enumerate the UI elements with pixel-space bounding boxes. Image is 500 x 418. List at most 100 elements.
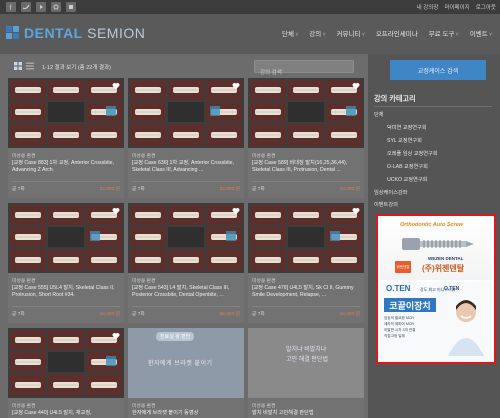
site-header: DENTAL SEMION 단체 강의 커뮤니티 오프라인세미나 무료 도구 이…	[0, 14, 500, 54]
ad-bot-headline: 코끝이장치	[384, 298, 436, 312]
nav-item-lectures[interactable]: 강의	[309, 28, 325, 38]
my-classroom-link[interactable]: 내 강의장	[417, 3, 439, 11]
thumb-caption: 발치냐 비발치냐	[286, 347, 327, 353]
site-logo[interactable]: DENTAL SEMION	[6, 25, 145, 41]
wishlist-heart-icon[interactable]	[112, 332, 120, 340]
wishlist-heart-icon[interactable]	[112, 82, 120, 90]
nav-item-free-tools[interactable]: 무료 도구	[429, 28, 459, 38]
facebook-icon[interactable]: f	[6, 2, 16, 12]
thumb-caption: 환자에게 브라켓 붙이기	[148, 361, 213, 367]
course-card-extraction-decision[interactable]: 발치냐 비발치냐 고민 해결 판단법 미성용 환경 발치 비발치 고민해결 판단…	[248, 328, 364, 418]
course-title[interactable]: [교정 Case 543] L4 발치, Skeletal Class III,…	[132, 285, 240, 299]
nav-item-community[interactable]: 커뮤니티	[337, 28, 365, 38]
wishlist-heart-icon[interactable]	[232, 82, 240, 90]
course-title[interactable]: [교정 Case 589] 비대칭 발치(16,25,36,44), Skele…	[252, 160, 360, 174]
mypage-link[interactable]: 마이페이지	[444, 3, 469, 11]
course-card-case-440[interactable]: 미성용 환경 [교정 Case 440] U4L5 발치, 재교정,	[8, 328, 124, 418]
course-card-case-636[interactable]: 미성용 환경 [교정 Case 636] 1차 교정, Anterior Cro…	[128, 78, 244, 198]
lecture-search[interactable]	[254, 60, 354, 79]
card-divider	[12, 181, 120, 182]
main-nav: 단체 강의 커뮤니티 오프라인세미나 무료 도구 이벤트	[282, 28, 492, 38]
thumbnail-photo-collage	[250, 205, 362, 271]
course-price: 44,000 원	[99, 312, 120, 317]
sidebar-item-ucko[interactable]: UCKO 교정연구회	[387, 176, 427, 183]
thumbnail-photo-collage	[10, 80, 122, 146]
sidebar-item-event[interactable]: 이벤트강의	[374, 201, 398, 208]
grid-view-icon[interactable]	[14, 62, 22, 70]
course-thumbnail[interactable]	[8, 203, 124, 273]
course-thumbnail[interactable]	[128, 203, 244, 273]
wishlist-heart-icon[interactable]	[112, 207, 120, 215]
course-title[interactable]: 발치 비발치 고민해결 판단법	[252, 410, 360, 417]
ortho-case-search-button[interactable]: 교정케이스 검색	[390, 60, 486, 80]
ad-bot-bullet: 임상의 필요한 MCR	[384, 316, 415, 320]
wishlist-heart-icon[interactable]	[352, 207, 360, 215]
instagram-icon[interactable]	[51, 2, 61, 12]
course-category: 미성용 환경	[132, 279, 156, 284]
course-card-case-883[interactable]: 미성용 환경 [교정 Case 883] 1차 교정, Anterior Cro…	[8, 78, 124, 198]
card-divider	[12, 306, 120, 307]
course-thumbnail[interactable]: 진료실 왕 편한 환자에게 브라켓 붙이기	[128, 328, 244, 398]
sidebar-ad-banner[interactable]: Orthodontic Auto Screw 위젠덴탈 WEZEN DENTAL…	[376, 214, 496, 364]
course-category: 미성용 환경	[12, 279, 36, 284]
ad-orthodontic-screw[interactable]: Orthodontic Auto Screw 위젠덴탈 WEZEN DENTAL…	[380, 218, 492, 280]
screw-product-icon	[402, 238, 474, 250]
youtube-icon[interactable]	[36, 2, 46, 12]
course-category: 미성용 환경	[252, 154, 276, 159]
sidebar-item-clinical-case[interactable]: 임상케이스강좌	[374, 189, 407, 196]
sidebar-item-syl[interactable]: SYL 교정연구회	[387, 137, 422, 144]
course-thumbnail[interactable]	[248, 78, 364, 148]
wishlist-heart-icon[interactable]	[232, 207, 240, 215]
course-title[interactable]: [교정 Case 555] U5L4 발치, Skeletal Class II…	[12, 285, 120, 299]
course-category: 미성용 환경	[12, 154, 36, 159]
course-thumbnail[interactable]	[128, 78, 244, 148]
sidebar-category-title: 강의 카테고리	[374, 94, 416, 103]
course-card-case-589[interactable]: 미성용 환경 [교정 Case 589] 비대칭 발치(16,25,36,44)…	[248, 78, 364, 198]
ad-bot-bullet: 직접고정 일체	[384, 334, 405, 338]
sidebar-item-orepul[interactable]: 오레풀 임상 교정연구회	[387, 150, 438, 157]
blog-icon[interactable]	[66, 2, 76, 12]
sidebar-item-olab[interactable]: O-LAB 교정연구회	[387, 163, 428, 170]
sidebar-item-dukmiyeon[interactable]: 덕미연 교정연구회	[387, 124, 427, 131]
sidebar-item-groups[interactable]: 단체	[374, 111, 384, 118]
social-links: f	[6, 2, 76, 12]
svg-text:f: f	[10, 5, 12, 12]
ad-bot-logo: O.TEN	[386, 284, 411, 293]
twitter-icon[interactable]	[21, 2, 31, 12]
ad-top-brand: Orthodontic Auto Screw	[400, 222, 464, 228]
course-thumbnail[interactable]	[8, 328, 124, 398]
course-category: 미성용 환경	[132, 404, 156, 409]
course-card-case-543[interactable]: 미성용 환경 [교정 Case 543] L4 발치, Skeletal Cla…	[128, 203, 244, 323]
course-thumbnail[interactable]	[8, 78, 124, 148]
course-title[interactable]: [교정 Case 636] 1차 교정, Anterior Crossbite,…	[132, 160, 240, 174]
lesson-count: 곧 7화	[252, 187, 265, 192]
ad-oten[interactable]: O.TEN 강도 최고 미니스크류 코끝이장치 임상의 필요한 MCR 세라믹 …	[380, 282, 492, 362]
logout-link[interactable]: 로그아웃	[476, 3, 496, 11]
course-title[interactable]: [교정 Case 476] U4L5 발치, Sk Cl II, Gummy S…	[252, 285, 360, 299]
top-links: 내 강의장 마이페이지 로그아웃	[417, 3, 496, 11]
lecture-search-input[interactable]	[255, 67, 353, 79]
nav-item-offline-seminar[interactable]: 오프라인세미나	[376, 28, 418, 38]
course-card-bracket-video[interactable]: 진료실 왕 편한 환자에게 브라켓 붙이기 미성용 환경 한자에게 브라켓 붙이…	[128, 328, 244, 418]
top-bar: f 내 강의장 마이페이지 로그아웃	[0, 0, 500, 14]
wishlist-heart-icon[interactable]	[352, 82, 360, 90]
course-thumbnail[interactable]	[248, 203, 364, 273]
list-view-icon[interactable]	[26, 62, 34, 70]
nav-item-groups[interactable]: 단체	[282, 28, 298, 38]
logo-text: DENTAL SEMION	[24, 25, 146, 41]
course-title[interactable]: [교정 Case 883] 1차 교정, Anterior Crossbite,…	[12, 160, 120, 174]
thumb-caption: 고민 해결 판단법	[286, 357, 328, 363]
course-title[interactable]: 한자에게 브라켓 붙이기 동영상	[132, 410, 240, 417]
course-title[interactable]: [교정 Case 440] U4L5 발치, 재교정,	[12, 410, 120, 417]
course-card-case-555[interactable]: 미성용 환경 [교정 Case 555] U5L4 발치, Skeletal C…	[8, 203, 124, 323]
result-count: 1-12 결과 보기 (총 22개 결과)	[42, 65, 111, 71]
lesson-count: 곧 7화	[252, 312, 265, 317]
ad-top-badge: 위젠덴탈	[395, 261, 411, 273]
course-thumbnail[interactable]: 발치냐 비발치냐 고민 해결 판단법	[248, 328, 364, 398]
thumbnail-photo-collage	[10, 205, 122, 271]
nav-item-events[interactable]: 이벤트	[470, 28, 492, 38]
ad-bot-bullet: 이발판 시자 3개 연결	[384, 328, 416, 332]
course-price: 44,000 원	[339, 187, 360, 192]
card-divider	[252, 181, 360, 182]
course-card-case-476[interactable]: 미성용 환경 [교정 Case 476] U4L5 발치, Sk Cl II, …	[248, 203, 364, 323]
